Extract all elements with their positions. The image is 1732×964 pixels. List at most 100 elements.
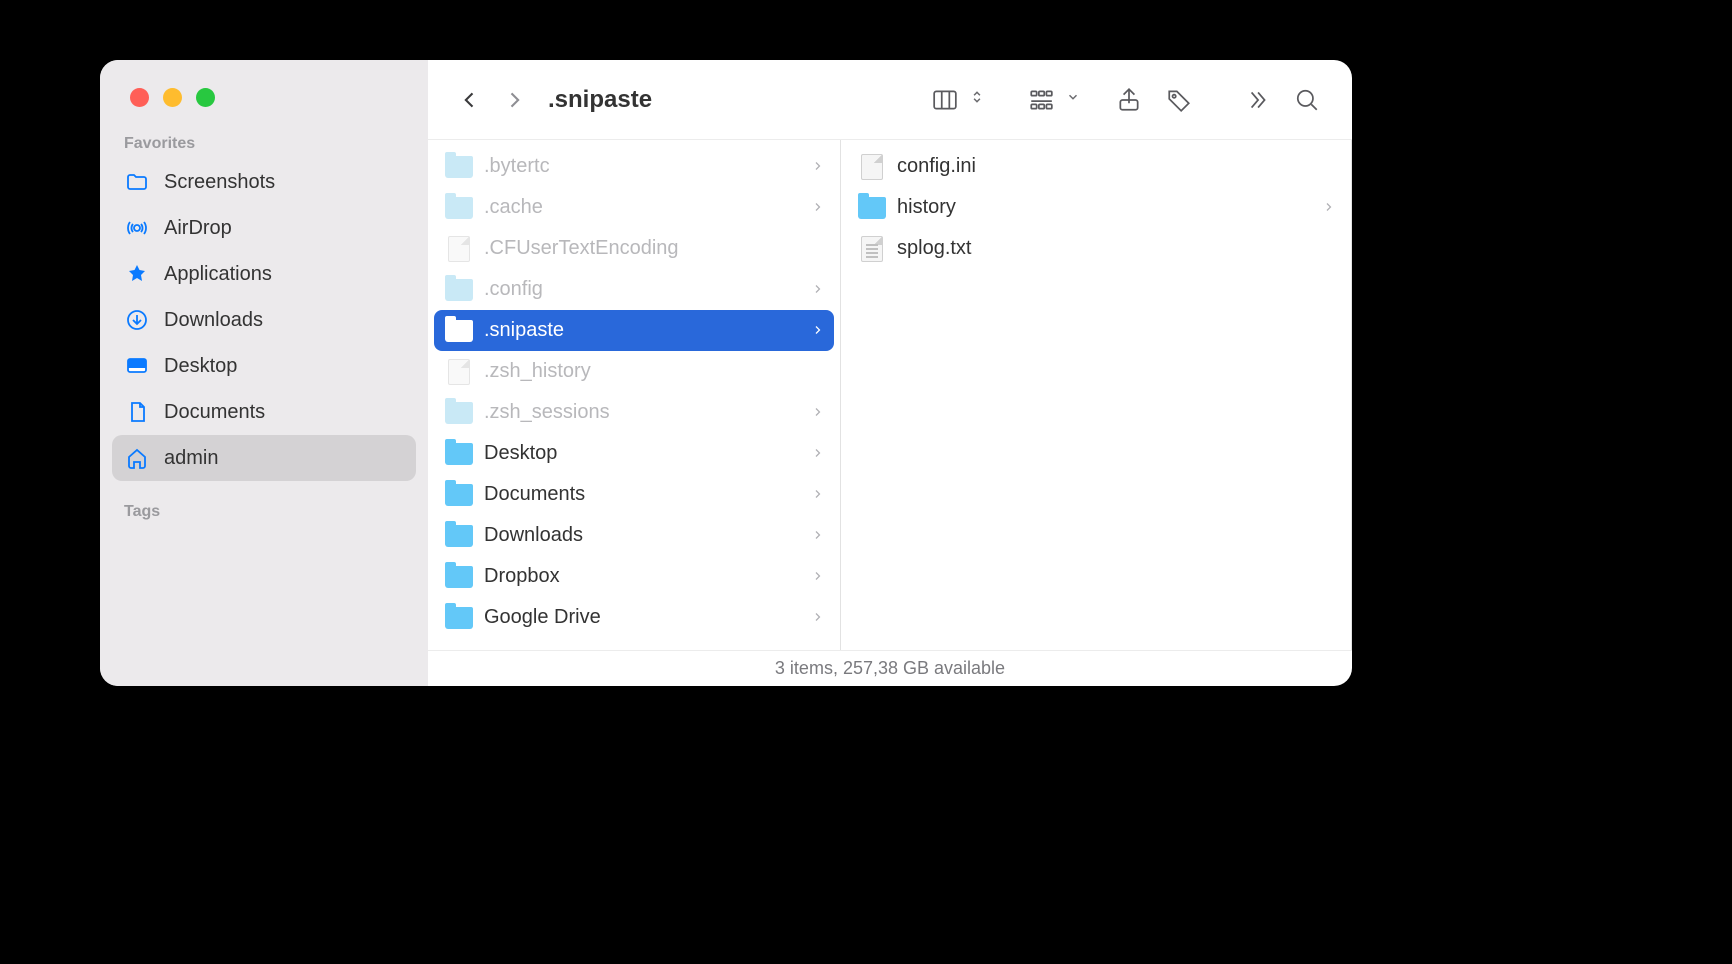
file-row[interactable]: .zsh_sessions xyxy=(434,392,834,433)
desktop-icon xyxy=(124,353,150,379)
file-row[interactable]: Desktop xyxy=(434,433,834,474)
folder-icon xyxy=(444,441,474,467)
file-icon xyxy=(444,359,474,385)
traffic-lights xyxy=(100,60,428,125)
folder-icon xyxy=(444,277,474,303)
folder-icon xyxy=(857,195,887,221)
close-window-button[interactable] xyxy=(130,88,149,107)
sidebar-item-label: Documents xyxy=(164,401,265,424)
sidebar-item-label: Applications xyxy=(164,263,272,286)
file-row[interactable]: .config xyxy=(434,269,834,310)
folder-icon xyxy=(444,195,474,221)
file-name: Dropbox xyxy=(484,565,812,588)
column-view: .bytertc .cache .CFUserTextEncoding .config… xyxy=(428,140,1352,650)
file-row[interactable]: .snipaste xyxy=(434,310,834,351)
file-name: .snipaste xyxy=(484,319,812,342)
file-row[interactable]: .cache xyxy=(434,187,834,228)
file-row[interactable]: config.ini xyxy=(847,146,1345,187)
applications-icon xyxy=(124,261,150,287)
file-row[interactable]: .zsh_history xyxy=(434,351,834,392)
folder-icon xyxy=(444,154,474,180)
folder-icon xyxy=(444,605,474,631)
sidebar-item-applications[interactable]: Applications xyxy=(112,251,416,297)
document-icon xyxy=(124,399,150,425)
sidebar-item-label: AirDrop xyxy=(164,217,232,240)
sidebar-item-downloads[interactable]: Downloads xyxy=(112,297,416,343)
file-name: .zsh_history xyxy=(484,360,824,383)
sidebar-item-admin[interactable]: admin xyxy=(112,435,416,481)
sidebar-item-desktop[interactable]: Desktop xyxy=(112,343,416,389)
chevron-right-icon xyxy=(812,565,824,588)
folder-icon xyxy=(444,564,474,590)
file-name: splog.txt xyxy=(897,237,1335,260)
file-row[interactable]: Documents xyxy=(434,474,834,515)
folder-icon xyxy=(444,523,474,549)
chevron-right-icon xyxy=(812,401,824,424)
folder-icon xyxy=(444,482,474,508)
more-button[interactable] xyxy=(1236,80,1278,120)
file-name: .cache xyxy=(484,196,812,219)
tags-label: Tags xyxy=(100,493,428,527)
updown-icon xyxy=(970,90,984,109)
main-area: .snipaste xyxy=(428,60,1352,686)
file-name: Downloads xyxy=(484,524,812,547)
column-2[interactable]: config.ini history splog.txt xyxy=(841,140,1352,650)
back-button[interactable] xyxy=(452,82,488,118)
file-row[interactable]: Downloads xyxy=(434,515,834,556)
file-name: Desktop xyxy=(484,442,812,465)
status-bar: 3 items, 257,38 GB available xyxy=(428,650,1352,686)
sidebar-item-label: admin xyxy=(164,447,218,470)
file-row[interactable]: splog.txt xyxy=(847,228,1345,269)
folder-title: .snipaste xyxy=(548,86,652,114)
chevron-right-icon xyxy=(812,483,824,506)
folder-outline-icon xyxy=(124,169,150,195)
file-name: Documents xyxy=(484,483,812,506)
fullscreen-window-button[interactable] xyxy=(196,88,215,107)
share-button[interactable] xyxy=(1108,80,1150,120)
chevron-right-icon xyxy=(812,196,824,219)
favorites-label: Favorites xyxy=(100,125,428,159)
search-button[interactable] xyxy=(1286,80,1328,120)
sidebar: Favorites Screenshots AirDrop Applications… xyxy=(100,60,428,686)
chevron-right-icon xyxy=(812,319,824,342)
file-row[interactable]: .CFUserTextEncoding xyxy=(434,228,834,269)
file-row[interactable]: history xyxy=(847,187,1345,228)
file-name: .bytertc xyxy=(484,155,812,178)
sidebar-item-screenshots[interactable]: Screenshots xyxy=(112,159,416,205)
toolbar: .snipaste xyxy=(428,60,1352,140)
home-icon xyxy=(124,445,150,471)
download-circle-icon xyxy=(124,307,150,333)
minimize-window-button[interactable] xyxy=(163,88,182,107)
sidebar-item-label: Desktop xyxy=(164,355,237,378)
file-name: config.ini xyxy=(897,155,1335,178)
chevron-right-icon xyxy=(1323,196,1335,219)
file-name: history xyxy=(897,196,1323,219)
columns-view-icon xyxy=(924,80,966,120)
chevron-right-icon xyxy=(812,524,824,547)
column-1[interactable]: .bytertc .cache .CFUserTextEncoding .config… xyxy=(428,140,841,650)
file-name: .zsh_sessions xyxy=(484,401,812,424)
forward-button[interactable] xyxy=(496,82,532,118)
chevron-down-icon xyxy=(1066,90,1080,109)
chevron-right-icon xyxy=(812,278,824,301)
tags-button[interactable] xyxy=(1158,80,1200,120)
folder-icon xyxy=(444,400,474,426)
group-by-button[interactable] xyxy=(1020,80,1080,120)
sidebar-item-label: Downloads xyxy=(164,309,263,332)
file-row[interactable]: .bytertc xyxy=(434,146,834,187)
folder-icon xyxy=(444,318,474,344)
text-file-icon xyxy=(857,236,887,262)
file-row[interactable]: Dropbox xyxy=(434,556,834,597)
view-switcher[interactable] xyxy=(924,80,984,120)
sidebar-item-documents[interactable]: Documents xyxy=(112,389,416,435)
chevron-right-icon xyxy=(812,155,824,178)
file-row[interactable]: Google Drive xyxy=(434,597,834,638)
file-icon xyxy=(857,154,887,180)
file-name: .config xyxy=(484,278,812,301)
file-name: .CFUserTextEncoding xyxy=(484,237,824,260)
chevron-right-icon xyxy=(812,606,824,629)
sidebar-item-airdrop[interactable]: AirDrop xyxy=(112,205,416,251)
finder-window: Favorites Screenshots AirDrop Applications… xyxy=(100,60,1352,686)
group-icon xyxy=(1020,80,1062,120)
sidebar-item-label: Screenshots xyxy=(164,171,275,194)
